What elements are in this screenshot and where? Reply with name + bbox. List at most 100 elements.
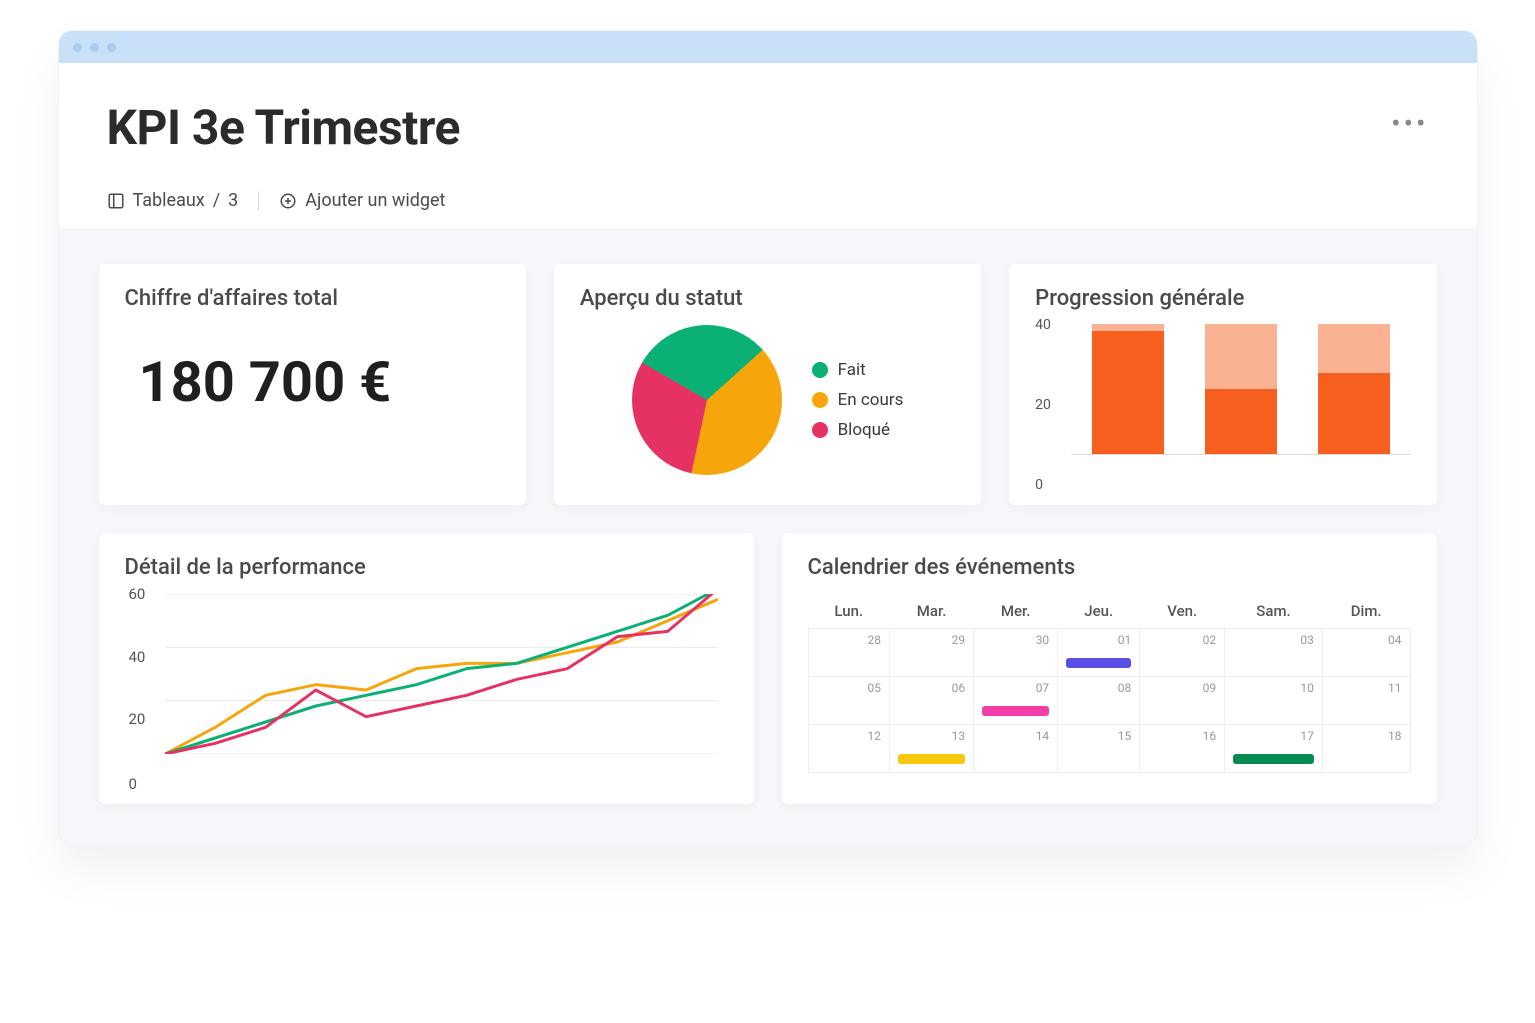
legend-dot-icon (812, 362, 828, 378)
legend-dot-icon (812, 422, 828, 438)
plus-circle-icon (279, 192, 297, 210)
widget-revenue-title: Chiffre d'affaires total (125, 286, 500, 311)
calendar-date-number: 06 (952, 681, 966, 695)
calendar-cell[interactable]: 07 (974, 677, 1058, 725)
calendar-cell[interactable]: 06 (890, 677, 974, 725)
boards-crumb-button[interactable]: Tableaux / 3 (107, 190, 239, 211)
calendar-grid: Lun. Mar. Mer. Jeu. Ven. Sam. Dim. 28 29 3… (808, 594, 1411, 773)
calendar-day-header: Mer. (974, 594, 1058, 629)
more-options-button[interactable]: ••• (1391, 107, 1428, 140)
calendar-cell[interactable]: 11 (1322, 677, 1410, 725)
widget-calendar[interactable]: Calendrier des événements Lun. Mar. Mer.… (782, 533, 1437, 804)
widget-calendar-title: Calendrier des événements (808, 555, 1411, 580)
legend-label-blocked: Bloqué (838, 420, 890, 440)
y-tick: 20 (129, 710, 146, 728)
boards-crumb-count: 3 (228, 190, 238, 211)
calendar-date-number: 07 (1036, 681, 1050, 695)
calendar-date-number: 11 (1388, 681, 1402, 695)
calendar-date-number: 01 (1118, 633, 1132, 647)
add-widget-label: Ajouter un widget (305, 190, 445, 211)
calendar-date-number: 10 (1300, 681, 1314, 695)
calendar-date-number: 18 (1388, 729, 1402, 743)
calendar-day-header: Dim. (1322, 594, 1410, 629)
calendar-cell[interactable]: 16 (1140, 725, 1225, 773)
boards-crumb-sep: / (213, 190, 220, 211)
calendar-cell[interactable]: 15 (1058, 725, 1140, 773)
calendar-cell[interactable]: 01 (1058, 629, 1140, 677)
calendar-event[interactable] (1233, 754, 1314, 764)
calendar-cell[interactable]: 18 (1322, 725, 1410, 773)
progress-bar (1205, 324, 1277, 454)
widget-progress-title: Progression générale (1035, 286, 1410, 311)
calendar-date-number: 08 (1118, 681, 1132, 695)
page-header: KPI 3e Trimestre (59, 63, 1477, 172)
widget-performance-title: Détail de la performance (125, 555, 728, 580)
calendar-day-header: Sam. (1225, 594, 1323, 629)
progress-bar-chart: 40 20 0 (1035, 325, 1410, 485)
window-dot (90, 43, 99, 52)
y-tick: 0 (1035, 477, 1043, 493)
calendar-cell[interactable]: 09 (1140, 677, 1225, 725)
calendar-cell[interactable]: 04 (1322, 629, 1410, 677)
calendar-cell[interactable]: 13 (890, 725, 974, 773)
calendar-date-number: 04 (1388, 633, 1402, 647)
y-tick: 40 (1035, 317, 1051, 333)
calendar-cell[interactable]: 29 (890, 629, 974, 677)
calendar-cell[interactable]: 30 (974, 629, 1058, 677)
calendar-date-number: 09 (1203, 681, 1217, 695)
page-title: KPI 3e Trimestre (107, 99, 1429, 156)
dashboard-content: Chiffre d'affaires total 180 700 € Aperç… (59, 230, 1477, 844)
progress-bar (1318, 324, 1390, 454)
calendar-cell[interactable]: 08 (1058, 677, 1140, 725)
legend-item-done: Fait (812, 360, 904, 380)
boards-crumb-label: Tableaux (133, 190, 205, 211)
app-window: KPI 3e Trimestre ••• Tableaux / 3 Ajoute… (58, 30, 1478, 845)
y-tick: 20 (1035, 397, 1051, 413)
calendar-day-header: Jeu. (1058, 594, 1140, 629)
calendar-cell[interactable]: 02 (1140, 629, 1225, 677)
window-dot (107, 43, 116, 52)
calendar-date-number: 14 (1036, 729, 1050, 743)
window-dot (73, 43, 82, 52)
calendar-day-header: Lun. (808, 594, 890, 629)
calendar-cell[interactable]: 28 (808, 629, 890, 677)
calendar-date-number: 03 (1300, 633, 1314, 647)
calendar-day-header: Ven. (1140, 594, 1225, 629)
y-tick: 60 (129, 585, 146, 603)
add-widget-button[interactable]: Ajouter un widget (279, 190, 445, 211)
legend-dot-icon (812, 392, 828, 408)
calendar-cell[interactable]: 14 (974, 725, 1058, 773)
calendar-cell[interactable]: 17 (1225, 725, 1323, 773)
progress-bar (1092, 324, 1164, 454)
calendar-date-number: 05 (868, 681, 882, 695)
calendar-cell[interactable]: 10 (1225, 677, 1323, 725)
calendar-date-number: 17 (1300, 729, 1314, 743)
widget-progress[interactable]: Progression générale 40 20 0 (1009, 264, 1436, 505)
status-pie-chart (632, 325, 782, 475)
legend-label-done: Fait (838, 360, 866, 380)
calendar-cell[interactable]: 05 (808, 677, 890, 725)
calendar-date-number: 15 (1118, 729, 1132, 743)
calendar-date-number: 12 (868, 729, 882, 743)
calendar-date-number: 29 (952, 633, 966, 647)
widget-revenue[interactable]: Chiffre d'affaires total 180 700 € (99, 264, 526, 505)
calendar-cell[interactable]: 12 (808, 725, 890, 773)
calendar-date-number: 02 (1203, 633, 1217, 647)
calendar-event[interactable] (982, 706, 1049, 716)
y-tick: 40 (129, 648, 146, 666)
y-tick: 0 (129, 775, 137, 793)
calendar-day-header: Mar. (890, 594, 974, 629)
toolbar-separator (258, 191, 259, 211)
widget-revenue-value: 180 700 € (125, 325, 500, 425)
calendar-event[interactable] (1066, 658, 1131, 668)
widget-status[interactable]: Aperçu du statut Fait En cours (554, 264, 981, 505)
legend-label-inprogress: En cours (838, 390, 904, 410)
status-legend: Fait En cours Bloqué (812, 360, 904, 440)
widget-performance[interactable]: Détail de la performance 60 40 20 0 (99, 533, 754, 804)
performance-line-chart: 60 40 20 0 (125, 594, 728, 784)
calendar-event[interactable] (898, 754, 965, 764)
calendar-cell[interactable]: 03 (1225, 629, 1323, 677)
widget-status-title: Aperçu du statut (580, 286, 955, 311)
legend-item-blocked: Bloqué (812, 420, 904, 440)
calendar-date-number: 28 (868, 633, 882, 647)
